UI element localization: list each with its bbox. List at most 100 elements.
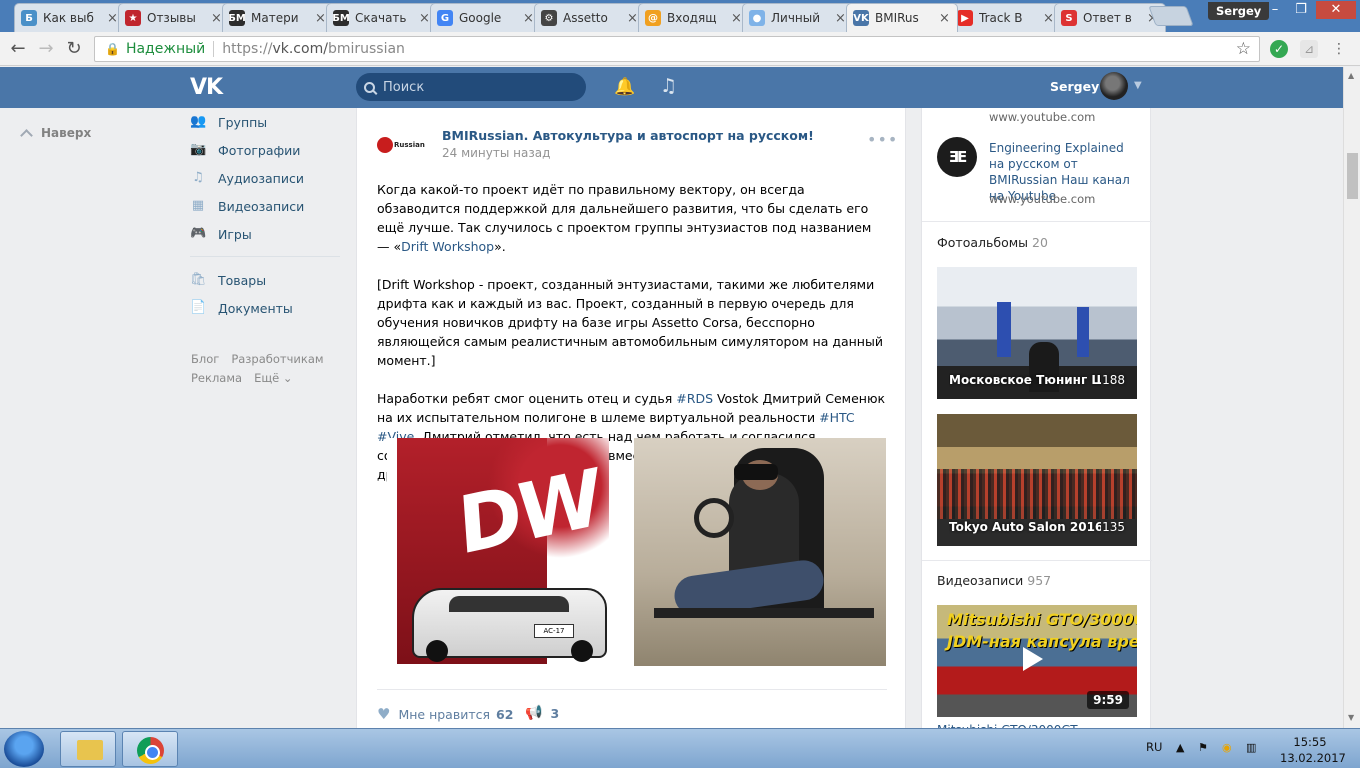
sidebar-item[interactable]: 🎮 Игры (190, 220, 340, 248)
sidebar-item[interactable]: 📄 Документы (190, 294, 340, 322)
browser-tab[interactable]: ▶ Track B × (950, 3, 1062, 32)
like-button[interactable]: ♥ Мне нравится 62 (377, 705, 513, 723)
videos-label: Видеозаписи (937, 573, 1024, 588)
browser-tab[interactable]: Б Как выб × (14, 3, 126, 32)
post-author-link[interactable]: BMIRussian. Автокультура и автоспорт на … (442, 128, 814, 143)
vk-user-name[interactable]: Sergey (1050, 79, 1099, 94)
tab-title: Отзывы (147, 11, 196, 25)
browser-tab[interactable]: ★ Отзывы × (118, 3, 230, 32)
sidebar-item[interactable]: ▦ Видеозаписи (190, 192, 340, 220)
album-moscow-tuning-show[interactable]: Московское Тюнинг Шоу 188 (937, 267, 1137, 399)
browser-profile-chip[interactable]: Sergey (1208, 2, 1270, 20)
bell-icon[interactable]: 🔔 (614, 77, 635, 97)
tab-favicon-icon: Б (21, 10, 37, 26)
tab-favicon-icon: БМ (332, 10, 350, 26)
vk-logo[interactable]: VK (190, 75, 223, 100)
tray-app-icon[interactable]: ◉ (1222, 741, 1232, 754)
post-author-logo[interactable]: Russian (377, 134, 427, 156)
search-icon (364, 81, 375, 93)
sidebar-item[interactable]: 🛍 Товары (190, 266, 340, 294)
back-to-top-button[interactable]: Наверх (20, 126, 91, 142)
logo-dot (377, 137, 393, 153)
sidebar-item-label: Игры (218, 226, 252, 242)
page-scrollbar[interactable]: ▲ ▼ (1343, 67, 1360, 728)
engineering-explained-avatar[interactable]: ƎE (937, 137, 977, 177)
scrollbar-thumb[interactable] (1347, 153, 1358, 199)
taskbar-chrome[interactable] (122, 731, 178, 767)
music-icon: ♫ (192, 170, 204, 185)
drift-workshop-link[interactable]: Drift Workshop (401, 239, 494, 254)
link-url-top[interactable]: www.youtube.com (989, 110, 1095, 124)
tab-close-icon[interactable]: × (939, 11, 951, 26)
post-timestamp[interactable]: 24 минуты назад (442, 146, 550, 160)
taskbar-clock[interactable]: 15:55 13.02.2017 (1280, 734, 1346, 766)
play-icon[interactable] (1023, 647, 1043, 671)
sidebar-item[interactable]: ♫ Аудиозаписи (190, 164, 340, 192)
nav-divider (190, 256, 340, 257)
vk-search-input[interactable]: Поиск (356, 73, 586, 101)
taskbar-explorer[interactable] (60, 731, 116, 767)
album-flag-left (997, 302, 1011, 357)
minimize-icon[interactable]: – (1262, 1, 1288, 19)
album-crowd (937, 469, 1137, 519)
car-plate: AC-17 (534, 624, 574, 638)
album-tokyo-auto-salon[interactable]: Tokyo Auto Salon 2016 135 (937, 414, 1137, 546)
tray-expand-icon[interactable]: ▲ (1176, 741, 1184, 754)
photo-albums-header[interactable]: Фотоальбомы 20 (937, 235, 1048, 250)
shield-extension-icon[interactable]: ✓ (1270, 40, 1288, 58)
camera-icon: 📷 (190, 142, 207, 157)
tab-favicon-icon: ▶ (957, 10, 973, 26)
engineering-explained-url[interactable]: www.youtube.com (989, 192, 1095, 206)
car-wheel-right (571, 640, 593, 662)
reload-icon[interactable]: ↻ (62, 37, 86, 61)
back-arrow-icon[interactable]: ← (6, 37, 30, 61)
pdf-extension-icon[interactable]: ⊿ (1300, 40, 1318, 58)
sidebar-item[interactable]: 👥 Группы (190, 108, 340, 136)
tab-title: Матери (251, 11, 299, 25)
flag-icon[interactable]: ⚑ (1198, 741, 1208, 754)
footer-links: Блог Разработчикам Реклама Ещё ⌄ (191, 350, 336, 388)
chevron-down-icon[interactable]: ▼ (1134, 80, 1142, 91)
browser-tab[interactable]: БМ Матери × (222, 3, 334, 32)
hashtag-htc[interactable]: #HTC (819, 410, 855, 425)
restore-icon[interactable]: ❐ (1288, 1, 1314, 19)
scroll-up-icon[interactable]: ▲ (1348, 71, 1354, 80)
forward-arrow-icon[interactable]: → (34, 37, 58, 61)
scroll-down-icon[interactable]: ▼ (1348, 713, 1354, 722)
footer-link-blog[interactable]: Блог (191, 352, 219, 366)
share-button[interactable]: 📢 3 (525, 705, 559, 721)
post-image-drift-workshop[interactable]: DW AC-17 (387, 438, 609, 666)
browser-tab[interactable]: VK BMIRus × (846, 3, 958, 32)
address-divider (213, 41, 215, 57)
hashtag-rds[interactable]: #RDS (676, 391, 713, 406)
browser-tab[interactable]: БМ Скачать × (326, 3, 438, 32)
videos-header[interactable]: Видеозаписи 957 (937, 573, 1051, 588)
new-tab-button[interactable] (1148, 6, 1194, 26)
avatar[interactable] (1100, 72, 1128, 100)
footer-link-more[interactable]: Ещё ⌄ (254, 371, 292, 385)
sidebar-divider (922, 221, 1152, 222)
keyboard-language[interactable]: RU (1146, 740, 1162, 754)
album-title: Московское Тюнинг Шоу (949, 373, 1101, 387)
video-duration: 9:59 (1087, 691, 1129, 709)
browser-tab[interactable]: ⚙ Assetto × (534, 3, 646, 32)
menu-kebab-icon[interactable]: ⋮ (1330, 40, 1348, 58)
browser-tab[interactable]: G Google × (430, 3, 542, 32)
browser-tab[interactable]: ● Личный × (742, 3, 854, 32)
network-icon[interactable]: ▥ (1246, 741, 1256, 754)
address-url: https://vk.com/bmirussian (222, 41, 405, 57)
music-note-icon[interactable]: ♫ (660, 75, 677, 97)
like-count: 62 (496, 706, 514, 722)
footer-link-ads[interactable]: Реклама (191, 371, 242, 385)
browser-tab[interactable]: @ Входящ × (638, 3, 750, 32)
close-window-icon[interactable]: ✕ (1316, 1, 1356, 19)
address-bar[interactable]: 🔒 Надежный https://vk.com/bmirussian ☆ (94, 36, 1260, 62)
sidebar-item[interactable]: 📷 Фотографии (190, 136, 340, 164)
post-image-vr-simulator[interactable] (634, 438, 886, 666)
post-more-icon[interactable]: ••• (867, 130, 898, 149)
bookmark-star-icon[interactable]: ☆ (1236, 39, 1251, 59)
footer-link-developers[interactable]: Разработчикам (231, 352, 323, 366)
windows-start-icon[interactable] (4, 731, 44, 767)
image-steering-wheel (694, 498, 734, 538)
video-thumbnail[interactable]: Mitsubishi GTO/3000GT JDM-ная капсула вре… (937, 605, 1137, 717)
